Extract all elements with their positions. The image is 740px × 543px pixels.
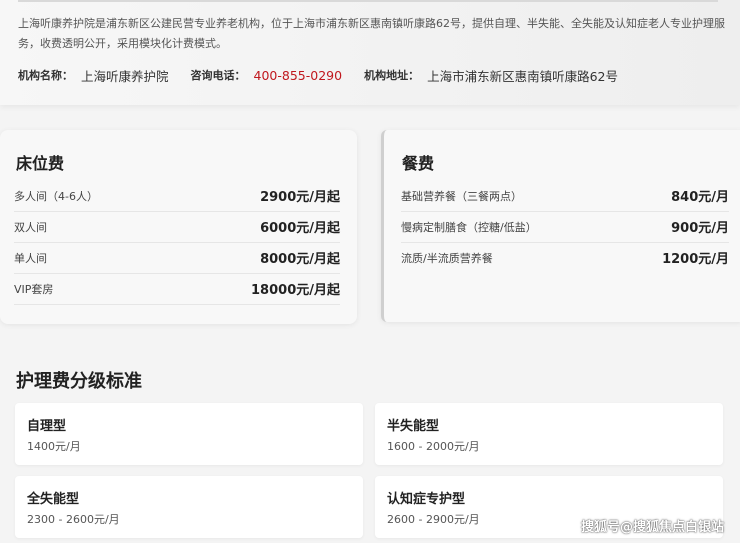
- care-level-price: 1400元/月: [27, 440, 81, 453]
- bed-type: VIP套房: [14, 282, 54, 296]
- care-level-name: 认知症专护型: [387, 492, 466, 507]
- care-level-name: 自理型: [27, 419, 67, 434]
- contact-info: 机构名称： 上海听康养护院 咨询电话： 400-855-0290 机构地址： 上…: [18, 66, 640, 84]
- address-value: 上海市浦东新区惠南镇听康路62号: [427, 68, 618, 84]
- name-label: 机构名称：: [18, 69, 73, 82]
- meal-fee-row: 流质/半流质营养餐 1200元/月: [401, 242, 729, 273]
- intro-section: 上海听康养护院是浦东新区公建民营专业养老机构，位于上海市浦东新区惠南镇听康路62…: [0, 0, 740, 105]
- top-divider: [18, 0, 718, 2]
- bed-fee-row: VIP套房 18000元/月起: [14, 273, 340, 305]
- phone-label: 咨询电话：: [190, 69, 246, 82]
- meal-type: 慢病定制膳食（控糖/低盐）: [401, 220, 537, 234]
- care-level-tile: 自理型 1400元/月: [15, 403, 363, 465]
- bed-fee-row: 多人间（4-6人） 2900元/月起: [14, 180, 340, 212]
- address-label: 机构地址：: [364, 69, 420, 82]
- bed-fee-row: 单人间 8000元/月起: [14, 242, 340, 274]
- care-level-name: 半失能型: [387, 419, 440, 434]
- bed-price: 6000元/月起: [260, 221, 340, 236]
- meal-price: 840元/月: [671, 190, 729, 205]
- meal-fee-card: 餐费 基础营养餐（三餐两点） 840元/月 慢病定制膳食（控糖/低盐） 900元…: [381, 130, 740, 322]
- name-value: 上海听康养护院: [81, 68, 169, 84]
- intro-description: 上海听康养护院是浦东新区公建民营专业养老机构，位于上海市浦东新区惠南镇听康路62…: [18, 17, 725, 50]
- care-level-price: 2600 - 2900元/月: [387, 513, 480, 526]
- care-level-title: 护理费分级标准: [16, 371, 142, 392]
- meal-price: 900元/月: [671, 221, 729, 236]
- bed-price: 18000元/月起: [251, 283, 340, 298]
- care-level-tile: 半失能型 1600 - 2000元/月: [375, 403, 723, 465]
- care-level-price: 1600 - 2000元/月: [387, 440, 480, 453]
- care-level-price: 2300 - 2600元/月: [27, 513, 120, 526]
- bed-price: 8000元/月起: [260, 252, 340, 267]
- bed-fee-card: 床位费 多人间（4-6人） 2900元/月起 双人间 6000元/月起 单人间 …: [0, 130, 357, 324]
- care-level-section: 护理费分级标准 自理型 1400元/月 半失能型 1600 - 2000元/月 …: [0, 345, 740, 543]
- phone-value[interactable]: 400-855-0290: [254, 68, 343, 83]
- bed-type: 多人间（4-6人）: [14, 189, 98, 203]
- bed-price: 2900元/月起: [260, 190, 340, 205]
- bed-type: 单人间: [14, 251, 47, 265]
- meal-price: 1200元/月: [662, 252, 729, 267]
- care-level-name: 全失能型: [27, 492, 80, 507]
- watermark: 搜狐号@搜狐焦点白银站: [580, 520, 724, 535]
- meal-type: 流质/半流质营养餐: [401, 251, 493, 265]
- bed-fee-row: 双人间 6000元/月起: [14, 211, 340, 243]
- meal-fee-row: 基础营养餐（三餐两点） 840元/月: [401, 180, 729, 212]
- bed-type: 双人间: [14, 220, 47, 234]
- care-level-tile: 全失能型 2300 - 2600元/月: [15, 476, 363, 538]
- bed-fee-title: 床位费: [16, 154, 65, 173]
- meal-fee-title: 餐费: [402, 154, 435, 173]
- meal-fee-row: 慢病定制膳食（控糖/低盐） 900元/月: [401, 211, 729, 243]
- meal-type: 基础营养餐（三餐两点）: [401, 189, 522, 203]
